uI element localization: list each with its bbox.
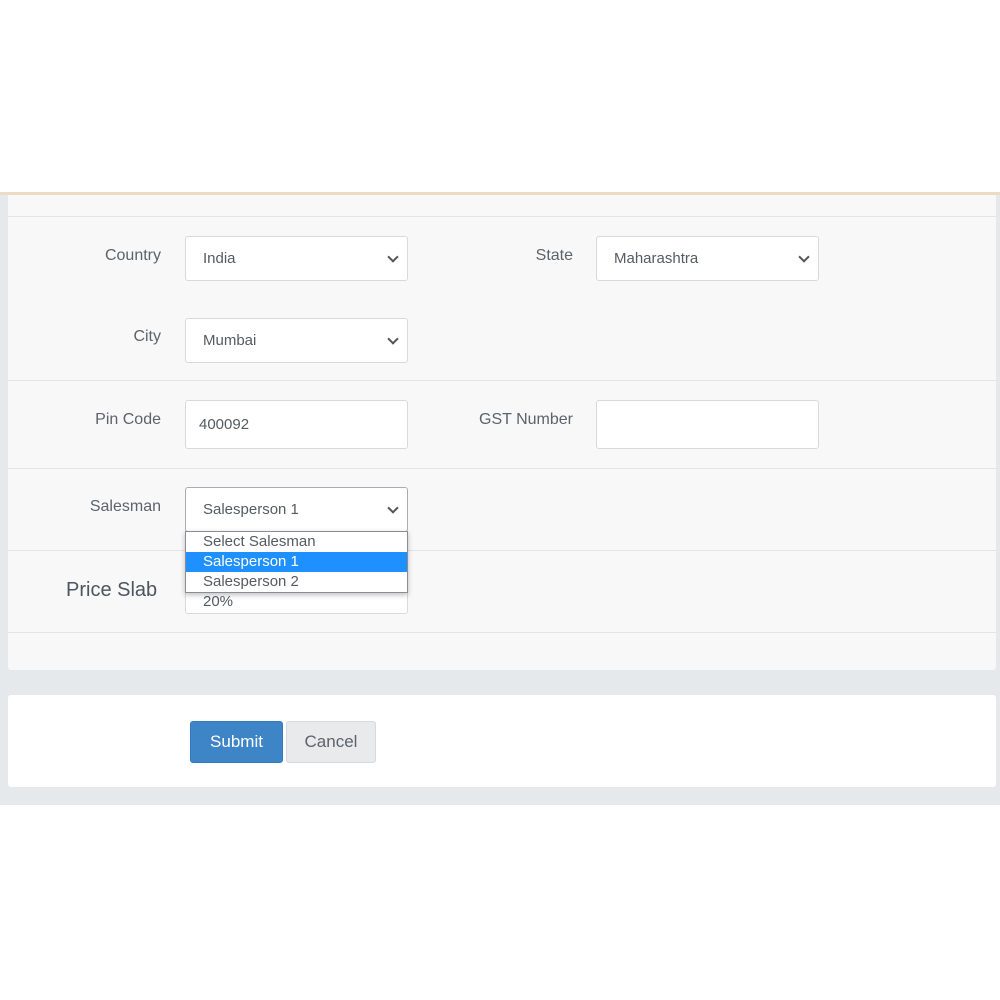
city-label: City	[133, 328, 161, 345]
gst-number-input[interactable]	[596, 400, 819, 449]
salesman-label: Salesman	[89, 498, 161, 515]
state-label: State	[535, 247, 573, 264]
divider	[8, 632, 996, 633]
salesman-option-selected[interactable]: Salesperson 1	[186, 552, 407, 572]
price-slab-value: 20%	[203, 593, 234, 610]
chevron-down-icon	[798, 250, 810, 263]
pin-code-value: 400092	[199, 416, 250, 433]
divider	[8, 380, 996, 381]
pin-code-input[interactable]: 400092	[185, 400, 408, 449]
gst-number-label: GST Number	[479, 411, 573, 428]
chevron-down-icon	[387, 332, 399, 345]
state-select[interactable]: Maharashtra	[596, 236, 819, 281]
page: Country India State Maharashtra City Mum…	[0, 0, 1000, 1000]
country-label: Country	[104, 247, 161, 264]
salesman-value: Salesperson 1	[203, 501, 299, 518]
salesman-select[interactable]: Salesperson 1	[185, 487, 408, 532]
country-value: India	[203, 250, 236, 267]
divider	[8, 216, 996, 217]
chevron-down-icon	[387, 250, 399, 263]
divider	[8, 468, 996, 469]
cancel-button[interactable]: Cancel	[286, 721, 376, 763]
salesman-option[interactable]: Select Salesman	[186, 532, 407, 552]
country-select[interactable]: India	[185, 236, 408, 281]
city-value: Mumbai	[203, 332, 257, 349]
chevron-down-icon	[387, 501, 399, 514]
city-select[interactable]: Mumbai	[185, 318, 408, 363]
action-panel	[8, 695, 996, 787]
salesman-option[interactable]: Salesperson 2	[186, 572, 407, 592]
price-slab-label: Price Slab	[66, 579, 158, 601]
salesman-dropdown-list: Select Salesman Salesperson 1 Salesperso…	[185, 531, 408, 593]
pin-code-label: Pin Code	[95, 411, 161, 428]
submit-button[interactable]: Submit	[190, 721, 283, 763]
state-value: Maharashtra	[614, 250, 699, 267]
divider	[8, 550, 996, 551]
